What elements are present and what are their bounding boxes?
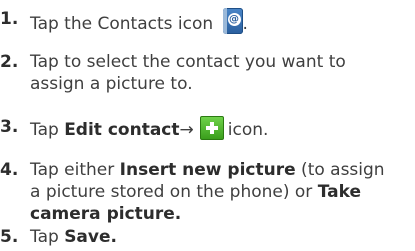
step-text: Tap to select the contact you want to as… [30,51,346,95]
save-label: Save. [64,227,117,247]
step-text-before: Tap [30,227,65,247]
step-text: Tap Save. [30,226,117,248]
step-text-fragment: Tap either [30,160,120,180]
step-text: Tap the Contacts icon @. [30,8,248,35]
step-number: 2. [0,52,19,72]
step-text-line: a picture stored on the phone) or Take [30,181,385,203]
step-number: 1. [0,9,19,29]
step-number: 3. [0,117,19,137]
edit-contact-label: Edit contact [64,120,180,140]
camera-picture-label: camera picture. [30,204,182,224]
step-text: Tap either Insert new picture (to assign… [30,159,385,225]
step-text-line: Tap to select the contact you want to [30,52,346,72]
step-text-before: Tap the Contacts icon [30,14,219,34]
step-text-line: assign a picture to. [30,74,193,94]
take-label: Take [317,182,361,202]
step-text-after: . [242,14,248,34]
insert-new-picture-label: Insert new picture [119,160,296,180]
arrow-icon: → [179,120,194,140]
contacts-icon: @ [222,8,243,34]
instruction-steps: 1. Tap the Contacts icon @. 2. Tap to se… [0,0,415,251]
step-text-fragment: a picture stored on the phone) or [30,182,318,202]
step-text-before: Tap [30,120,65,140]
step-text-line: Tap either Insert new picture (to assign [30,159,385,181]
step-number: 4. [0,160,19,180]
step-number: 5. [0,227,19,247]
step-text-after: icon. [227,120,269,140]
plus-icon [199,116,224,140]
step-text-fragment: (to assign [295,160,385,180]
step-text: Tap Edit contact→ icon. [30,116,268,141]
